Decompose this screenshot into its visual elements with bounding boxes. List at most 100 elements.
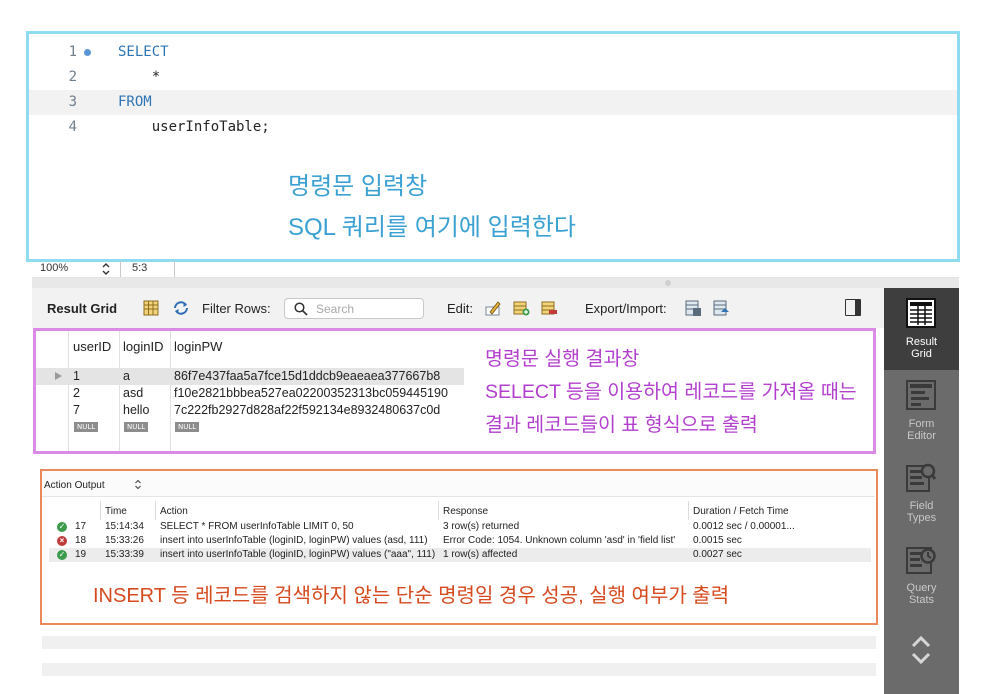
cell-loginpw[interactable]: 7c222fb2927d828af22f592134e8932480637c0d: [174, 402, 440, 419]
cell-userid[interactable]: 2: [73, 385, 80, 402]
sidebar-item-label: Stats: [908, 594, 935, 606]
output-time: 15:14:34: [105, 521, 144, 532]
panel-splitter[interactable]: [32, 278, 959, 288]
sidebar-item-label: Types: [906, 512, 937, 524]
output-action[interactable]: SELECT * FROM userInfoTable LIMIT 0, 50: [160, 520, 438, 534]
output-duration: 0.0027 sec: [693, 549, 742, 560]
cell-loginpw[interactable]: 86f7e437faa5a7fce15d1ddcb9eaeaea377667b8: [174, 368, 440, 385]
sidebar-item-form-editor[interactable]: Form Editor: [884, 370, 959, 452]
output-row[interactable]: ✓ 17 15:14:34 SELECT * FROM userInfoTabl…: [49, 520, 871, 534]
new-row-placeholder[interactable]: NULL NULL NULL: [36, 419, 464, 436]
code-line-3[interactable]: 3 FROM: [29, 90, 957, 115]
column-header-response[interactable]: Response: [443, 506, 488, 517]
code-text[interactable]: SELECT: [118, 40, 169, 65]
empty-output-row: [42, 636, 876, 649]
success-check-icon: ✓: [57, 550, 67, 560]
grid-annotation-title: 명령문 실행 결과창: [485, 348, 640, 370]
result-toolbar: Result Grid Filter Rows: Search Edit: Ex…: [32, 288, 884, 328]
grid-annotation-line: 결과 레코드들이 표 형식으로 출력: [485, 414, 758, 436]
sql-editor[interactable]: 1 SELECT 2 * 3 FROM 4 userInfoTable; 명령문…: [26, 31, 960, 262]
output-row-number: 17: [75, 521, 87, 532]
output-row-number: 19: [75, 549, 87, 560]
sidebar-item-label: Form: [908, 418, 935, 430]
selector-arrows-icon[interactable]: [134, 479, 142, 490]
output-time: 15:33:26: [105, 535, 144, 546]
output-annotation: INSERT 등 레코드를 검색하지 않는 단순 명령일 경우 성공, 실행 여…: [93, 585, 730, 607]
splitter-handle[interactable]: [665, 280, 671, 286]
column-divider: [438, 501, 439, 520]
statement-marker-icon: [84, 49, 91, 56]
output-action[interactable]: insert into userInfoTable (loginID, logi…: [160, 534, 438, 548]
table-row[interactable]: 2 asd f10e2821bbbea527ea02200352313bc059…: [36, 385, 464, 402]
sidebar-item-result-grid[interactable]: Result Grid: [884, 288, 959, 370]
column-header-action[interactable]: Action: [160, 506, 188, 517]
success-check-icon: ✓: [57, 522, 67, 532]
column-header-time[interactable]: Time: [105, 506, 127, 517]
zoom-stepper-icon[interactable]: [101, 262, 111, 276]
code-line-1[interactable]: 1 SELECT: [29, 40, 957, 65]
output-selector[interactable]: Action Output: [44, 480, 105, 491]
column-divider: [688, 501, 689, 520]
grid-annotation-line: SELECT 등을 이용하여 레코드를 가져올 때는: [485, 381, 857, 403]
toggle-side-panel-icon[interactable]: [845, 299, 861, 316]
table-row[interactable]: 7 hello 7c222fb2927d828af22f592134e89324…: [36, 402, 464, 419]
cell-loginid[interactable]: asd: [123, 385, 143, 402]
export-import-label: Export/Import:: [585, 301, 667, 316]
output-response[interactable]: Error Code: 1054. Unknown column 'asd' i…: [443, 534, 687, 548]
null-badge: NULL: [175, 422, 200, 432]
output-row[interactable]: ✓ 19 15:33:39 insert into userInfoTable …: [49, 548, 871, 562]
line-number: 1: [68, 44, 77, 60]
current-row-arrow-icon: [55, 372, 62, 380]
code-text[interactable]: FROM: [118, 90, 152, 115]
filter-rows-input[interactable]: Search: [284, 298, 424, 319]
column-header-loginid[interactable]: loginID: [123, 339, 163, 354]
sidebar-item-query-stats[interactable]: Query Stats: [884, 534, 959, 616]
editor-status-bar: 100% 5:3: [32, 260, 959, 278]
column-header-duration[interactable]: Duration / Fetch Time: [693, 506, 789, 517]
column-divider: [100, 501, 101, 520]
edit-label: Edit:: [447, 301, 474, 316]
cursor-position: 5:3: [132, 262, 148, 274]
code-line-2[interactable]: 2 *: [29, 65, 957, 90]
cell-loginid[interactable]: hello: [123, 402, 149, 419]
output-response[interactable]: 1 row(s) affected: [443, 548, 687, 562]
column-header-loginpw[interactable]: loginPW: [174, 339, 222, 354]
result-view-sidebar: Result Grid Form Editor Field Types Quer…: [884, 288, 959, 694]
form-editor-icon: [906, 380, 936, 410]
line-number: 2: [68, 69, 77, 85]
cell-userid[interactable]: 7: [73, 402, 80, 419]
export-icon[interactable]: [684, 299, 702, 317]
field-types-icon: [906, 463, 936, 492]
code-text[interactable]: userInfoTable;: [118, 115, 270, 140]
result-grid-title: Result Grid: [47, 301, 118, 316]
sidebar-item-label: Grid: [911, 348, 932, 360]
code-text[interactable]: *: [118, 65, 160, 90]
output-time: 15:33:39: [105, 549, 144, 560]
import-icon[interactable]: [712, 299, 730, 317]
output-response[interactable]: 3 row(s) returned: [443, 520, 687, 534]
column-grid-icon[interactable]: [142, 299, 160, 317]
cell-userid[interactable]: 1: [73, 368, 80, 385]
code-line-4[interactable]: 4 userInfoTable;: [29, 115, 957, 140]
filter-rows-label: Filter Rows:: [202, 301, 271, 316]
delete-row-icon[interactable]: [540, 299, 558, 317]
output-selector-bar: Action Output: [42, 471, 875, 497]
sidebar-scroll-chevrons-icon[interactable]: [909, 634, 933, 666]
action-output-panel: Action Output Time Action Response Durat…: [40, 469, 878, 625]
cell-loginpw[interactable]: f10e2821bbbea527ea02200352313bc059445190: [174, 385, 448, 402]
error-x-icon: ×: [57, 536, 67, 546]
column-header-userid[interactable]: userID: [73, 339, 111, 354]
zoom-level[interactable]: 100%: [40, 262, 68, 274]
null-badge: NULL: [74, 422, 99, 432]
output-row[interactable]: × 18 15:33:26 insert into userInfoTable …: [49, 534, 871, 548]
output-row-number: 18: [75, 535, 87, 546]
table-row[interactable]: 1 a 86f7e437faa5a7fce15d1ddcb9eaeaea3776…: [36, 368, 464, 385]
result-grid-icon: [906, 298, 936, 328]
edit-row-icon[interactable]: [484, 299, 502, 317]
cell-loginid[interactable]: a: [123, 368, 130, 385]
sidebar-item-field-types[interactable]: Field Types: [884, 452, 959, 534]
query-stats-icon: [906, 547, 936, 574]
refresh-icon[interactable]: [172, 299, 190, 317]
insert-row-icon[interactable]: [512, 299, 530, 317]
output-action[interactable]: insert into userInfoTable (loginID, logi…: [160, 548, 438, 562]
